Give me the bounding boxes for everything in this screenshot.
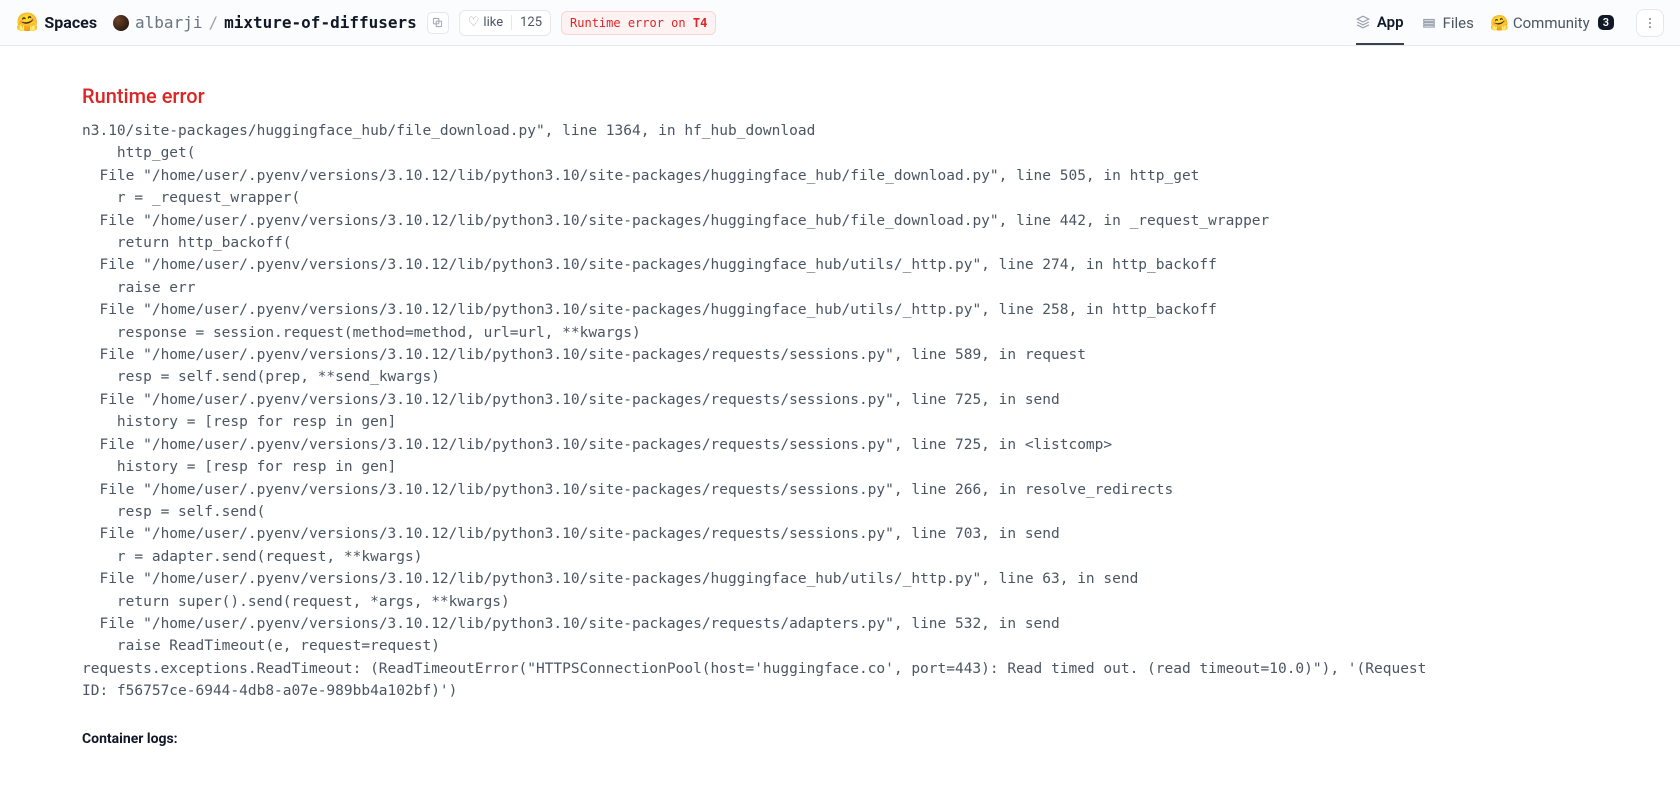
files-icon [1422,15,1437,30]
breadcrumb: albarji / mixture-of-diffusers [113,12,449,34]
community-icon: 🤗 [1492,15,1507,30]
tab-app[interactable]: App [1356,0,1404,45]
brand-label: Spaces [44,13,97,32]
brand-section[interactable]: 🤗 Spaces [16,12,97,33]
huggingface-logo-icon: 🤗 [16,12,38,33]
error-traceback: n3.10/site-packages/huggingface_hub/file… [82,120,1438,703]
like-count[interactable]: 125 [512,15,550,30]
breadcrumb-separator: / [206,13,220,32]
like-label: like [483,15,503,30]
runtime-status-badge[interactable]: Runtime error on T4 [561,11,716,35]
tab-files-label: Files [1443,14,1474,32]
container-logs-heading: Container logs: [82,731,1438,747]
owner-link[interactable]: albarji [135,13,202,32]
copy-repo-button[interactable] [427,12,449,34]
more-vertical-icon [1643,16,1657,30]
copy-icon [432,17,443,28]
error-title: Runtime error [82,84,1438,108]
topbar: 🤗 Spaces albarji / mixture-of-diffusers … [0,0,1680,46]
community-count-badge: 3 [1598,15,1614,30]
status-text: Runtime error on [570,16,693,30]
tab-app-label: App [1377,13,1404,31]
content-area: Runtime error n3.10/site-packages/huggin… [0,46,1520,767]
tab-files[interactable]: Files [1422,0,1474,45]
app-icon [1356,14,1371,29]
more-menu-button[interactable] [1636,9,1664,37]
like-button[interactable]: ♡ like [460,15,512,30]
like-pill: ♡ like 125 [459,10,551,36]
repo-link[interactable]: mixture-of-diffusers [224,13,417,32]
tab-community-label: Community [1513,14,1590,32]
tab-community[interactable]: 🤗 Community 3 [1492,0,1614,45]
nav-right: App Files 🤗 Community 3 [1356,0,1664,45]
owner-avatar[interactable] [113,15,129,31]
heart-icon: ♡ [468,15,480,30]
status-hardware: T4 [693,16,707,30]
